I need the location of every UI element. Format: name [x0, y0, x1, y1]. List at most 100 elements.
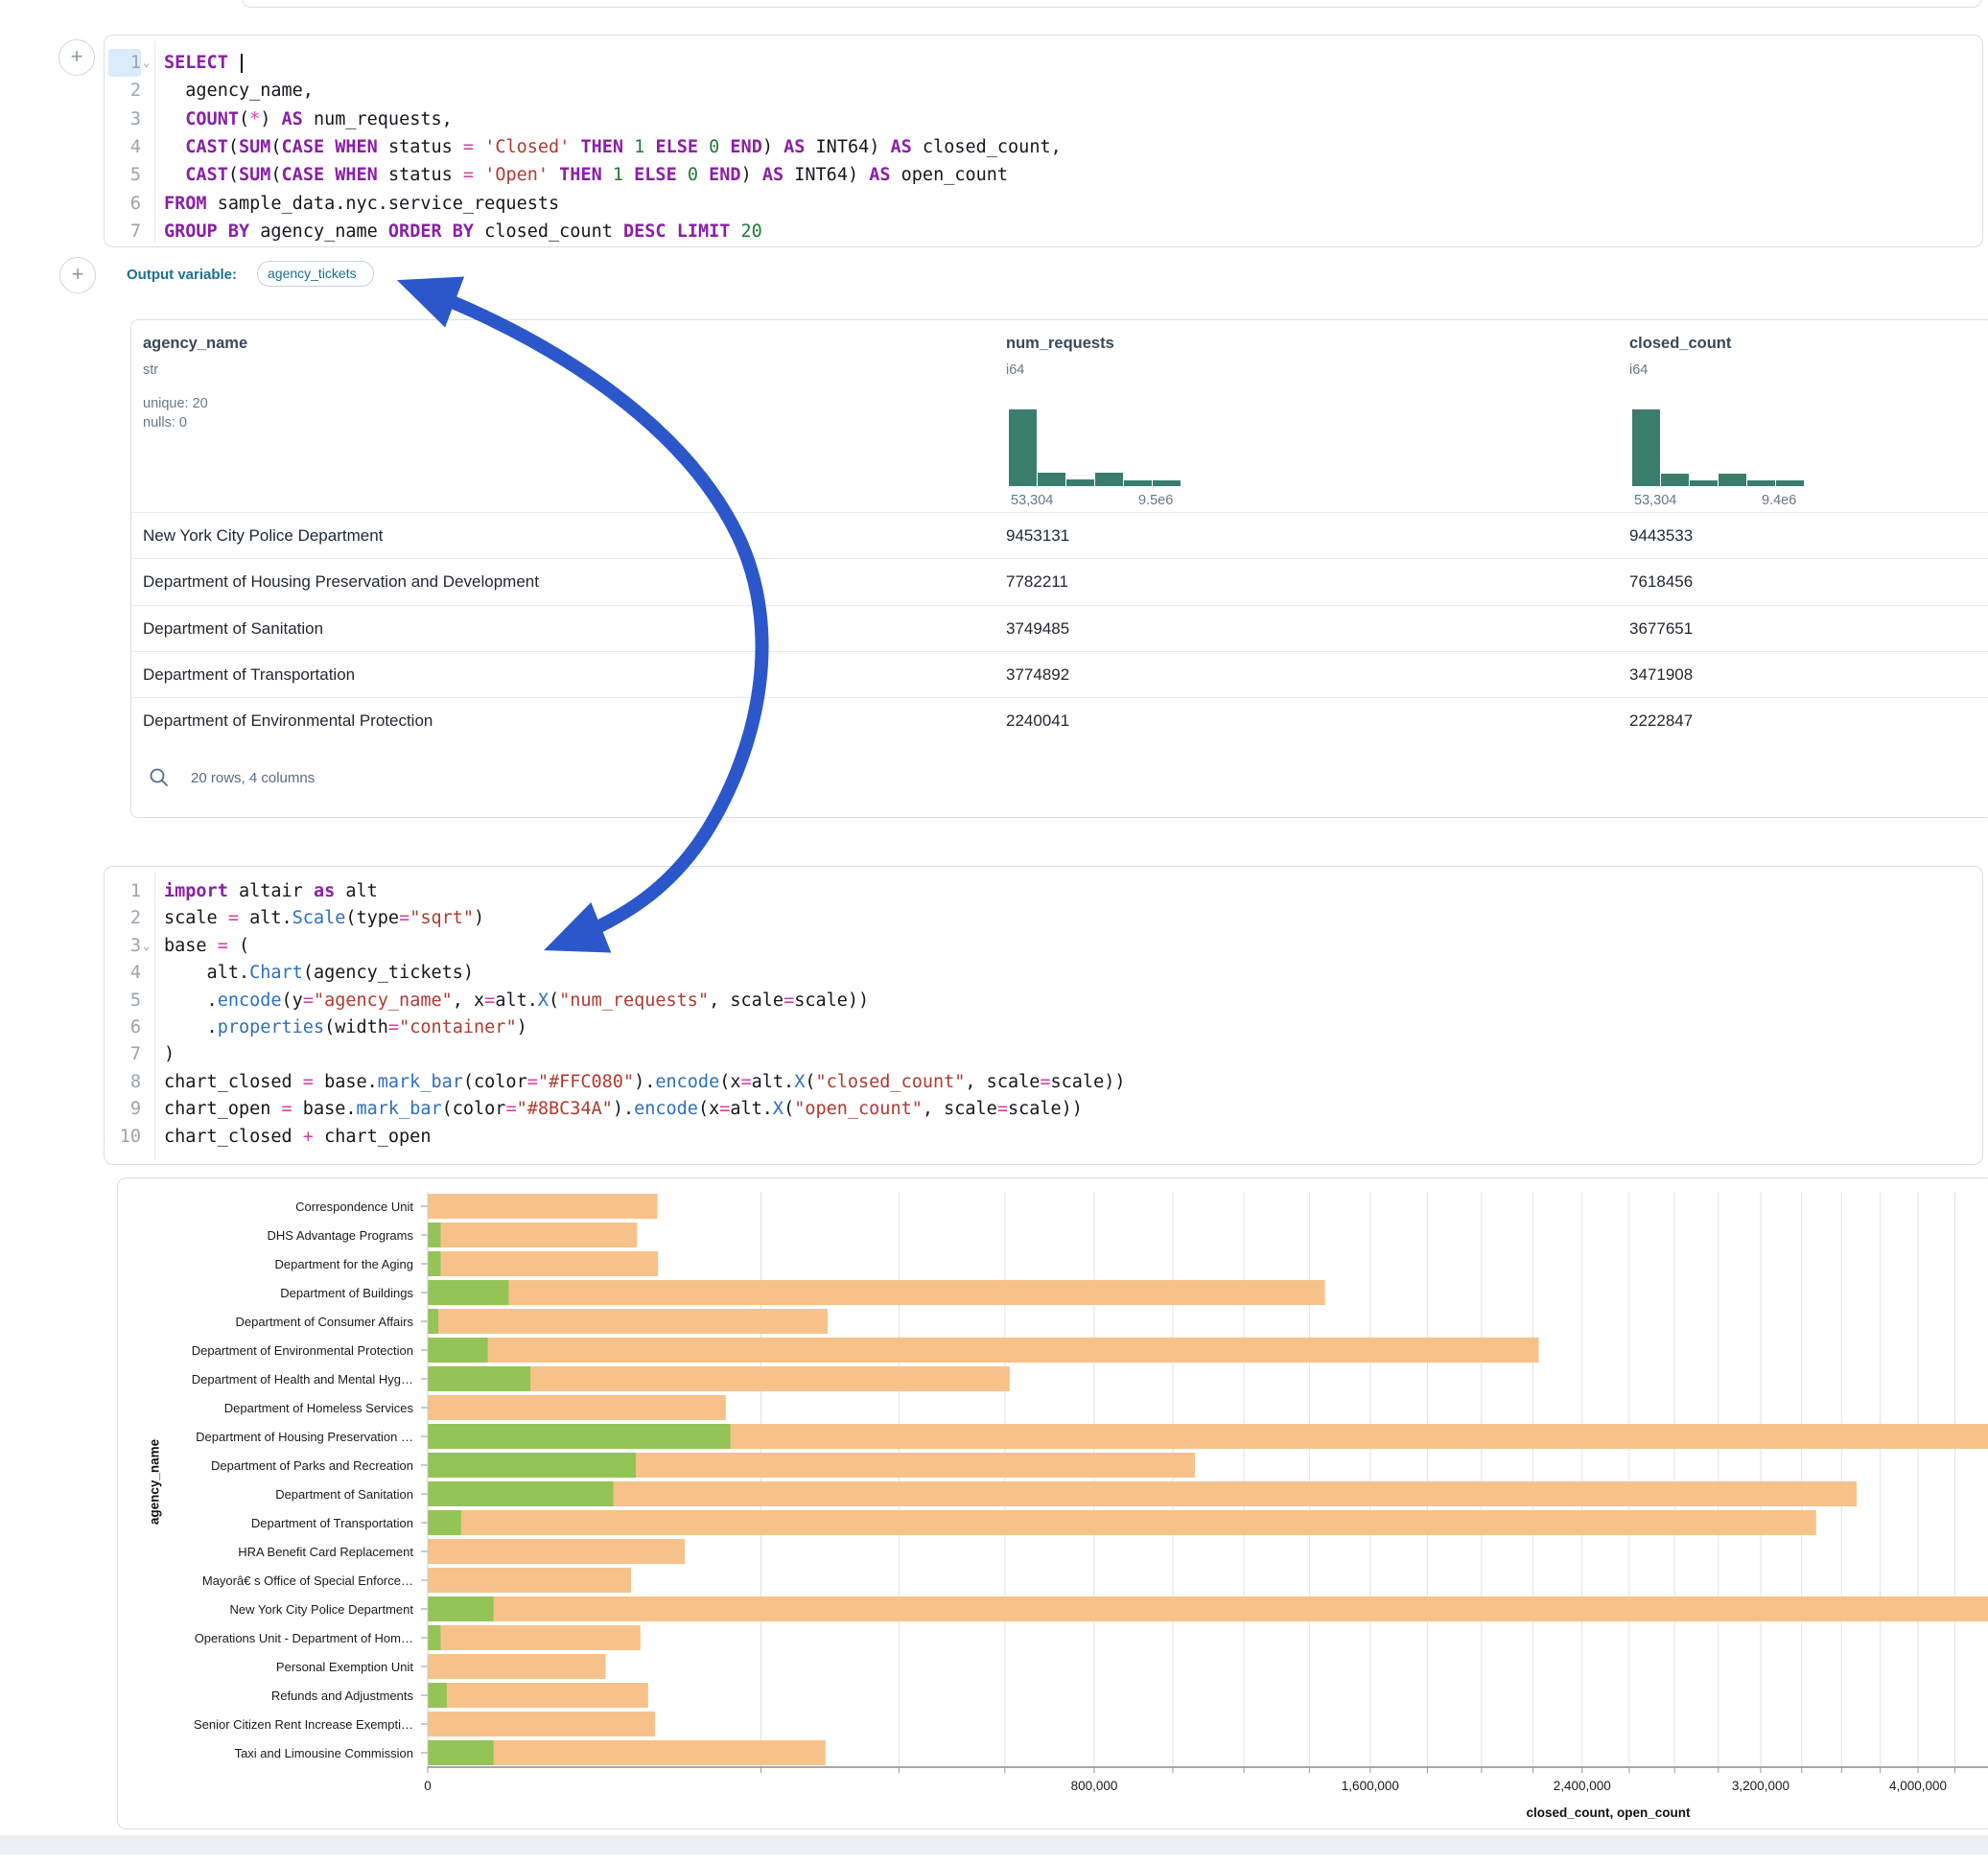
y-axis-category-label: Senior Citizen Rent Increase Exempti…	[126, 1717, 413, 1732]
table-row[interactable]: Department of Sanitation37494853677651	[131, 605, 1988, 651]
table-row[interactable]: New York City Police Department945313194…	[131, 512, 1988, 558]
collapse-chevron-icon[interactable]: ⌄	[143, 49, 150, 77]
add-cell-button[interactable]: +	[58, 39, 95, 76]
code-line[interactable]: 7GROUP BY agency_name ORDER BY closed_co…	[105, 218, 1982, 245]
bar-open_count[interactable]	[428, 1338, 488, 1363]
histogram-bar	[1632, 409, 1660, 486]
column-histogram[interactable]	[1009, 409, 1186, 486]
code-text[interactable]: FROM sample_data.nyc.service_requests	[164, 190, 559, 218]
code-text[interactable]: .properties(width="container")	[164, 1014, 527, 1041]
code-text[interactable]: agency_name,	[164, 77, 314, 105]
table-row[interactable]: Department of Environmental Protection 22…	[131, 697, 1988, 743]
code-text[interactable]: CAST(SUM(CASE WHEN status = 'Open' THEN …	[164, 161, 1008, 189]
bar-closed_count[interactable]	[428, 1510, 1816, 1535]
text-cursor	[241, 54, 243, 73]
bar-closed_count[interactable]	[428, 1683, 648, 1708]
code-line[interactable]: 6 .properties(width="container")	[105, 1014, 1982, 1041]
bar-closed_count[interactable]	[428, 1625, 641, 1650]
bar-open_count[interactable]	[428, 1309, 438, 1334]
bar-open_count[interactable]	[428, 1481, 613, 1506]
output-variable-pill[interactable]: agency_tickets	[257, 261, 374, 287]
bar-open_count[interactable]	[428, 1251, 440, 1276]
code-line[interactable]: 2 agency_name,	[105, 77, 1982, 105]
sql-cell[interactable]: 1⌄SELECT 2 agency_name,3 COUNT(*) AS num…	[104, 35, 1983, 247]
code-text[interactable]: SELECT	[164, 49, 243, 77]
table-cell: 7618456	[1629, 559, 1693, 605]
bar-closed_count[interactable]	[428, 1251, 658, 1276]
code-text[interactable]: CAST(SUM(CASE WHEN status = 'Closed' THE…	[164, 133, 1062, 161]
code-text[interactable]: scale = alt.Scale(type="sqrt")	[164, 904, 484, 932]
table-row[interactable]: Department of Transportation377489234719…	[131, 651, 1988, 697]
column-header-closed_count[interactable]: closed_count	[1629, 335, 1731, 353]
bar-closed_count[interactable]	[428, 1596, 1988, 1621]
bar-closed_count[interactable]	[428, 1539, 685, 1564]
y-axis-category-label: Operations Unit - Department of Hom…	[126, 1631, 413, 1645]
code-line[interactable]: 9 chart_open = base.mark_bar(color="#8BC3…	[105, 1095, 1982, 1123]
line-number: 3	[108, 105, 141, 133]
code-line[interactable]: 1⌄SELECT	[105, 49, 1982, 77]
code-line[interactable]: 3 COUNT(*) AS num_requests,	[105, 105, 1982, 133]
column-histogram[interactable]	[1632, 409, 1810, 486]
bar-closed_count[interactable]	[428, 1223, 637, 1247]
table-cell: 2240041	[1006, 698, 1069, 744]
code-line[interactable]: 1import altair as alt	[105, 877, 1982, 905]
table-cell: Department of Environmental Protection	[143, 698, 433, 744]
code-line[interactable]: 2 scale = alt.Scale(type="sqrt")	[105, 904, 1982, 932]
bar-open_count[interactable]	[428, 1424, 731, 1449]
code-text[interactable]: COUNT(*) AS num_requests,	[164, 105, 453, 133]
bar-closed_count[interactable]	[428, 1654, 606, 1679]
code-line[interactable]: 5 .encode(y="agency_name", x=alt.X("num_…	[105, 987, 1982, 1014]
bar-closed_count[interactable]	[428, 1194, 657, 1219]
bar-open_count[interactable]	[428, 1366, 530, 1391]
line-number: 2	[108, 904, 141, 932]
code-text[interactable]: .encode(y="agency_name", x=alt.X("num_re…	[164, 987, 869, 1014]
table-row[interactable]: Department of Housing Preservation and D…	[131, 558, 1988, 604]
y-axis-category-label: Department of Homeless Services	[126, 1401, 413, 1415]
search-icon[interactable]	[149, 767, 170, 788]
chart-cell[interactable]: Correspondence UnitDHS Advantage Program…	[117, 1177, 1988, 1829]
bar-closed_count[interactable]	[428, 1395, 726, 1420]
column-type: i64	[1006, 362, 1024, 378]
bar-open_count[interactable]	[428, 1740, 494, 1765]
code-text[interactable]: alt.Chart(agency_tickets)	[164, 959, 474, 987]
code-text[interactable]: )	[164, 1040, 175, 1068]
bar-closed_count[interactable]	[428, 1712, 655, 1736]
column-header-num_requests[interactable]: num_requests	[1006, 335, 1114, 353]
bar-chart-plot[interactable]: 0800,0001,600,0002,400,0003,200,0004,000…	[418, 1192, 1988, 1825]
code-line[interactable]: 3⌄base = (	[105, 932, 1982, 960]
code-line[interactable]: 5 CAST(SUM(CASE WHEN status = 'Open' THE…	[105, 161, 1982, 189]
code-text[interactable]: GROUP BY agency_name ORDER BY closed_cou…	[164, 218, 762, 245]
previous-cell-fragment	[242, 0, 1982, 8]
code-text[interactable]: import altair as alt	[164, 877, 378, 905]
python-cell[interactable]: 1import altair as alt2 scale = alt.Scale(…	[104, 866, 1983, 1165]
code-line[interactable]: 10chart_closed + chart_open	[105, 1123, 1982, 1151]
bar-closed_count[interactable]	[428, 1309, 828, 1334]
code-text[interactable]: chart_closed = base.mark_bar(color="#FFC…	[164, 1068, 1125, 1096]
column-header-agency_name[interactable]: agency_name	[143, 335, 247, 353]
y-axis-category-label: DHS Advantage Programs	[126, 1228, 413, 1243]
code-line[interactable]: 4 alt.Chart(agency_tickets)	[105, 959, 1982, 987]
bar-closed_count[interactable]	[428, 1481, 1857, 1506]
add-cell-button[interactable]: +	[59, 257, 96, 293]
bar-open_count[interactable]	[428, 1280, 508, 1305]
bar-open_count[interactable]	[428, 1625, 440, 1650]
bar-open_count[interactable]	[428, 1683, 447, 1708]
bar-open_count[interactable]	[428, 1223, 440, 1247]
bar-open_count[interactable]	[428, 1510, 461, 1535]
table-cell: 9443533	[1629, 513, 1693, 559]
bar-closed_count[interactable]	[428, 1568, 631, 1593]
bar-closed_count[interactable]	[428, 1338, 1538, 1363]
results-table[interactable]: agency_namestrunique: 20nulls: 0num_requ…	[130, 319, 1988, 818]
line-number: 9	[108, 1095, 141, 1123]
code-text[interactable]: chart_closed + chart_open	[164, 1123, 431, 1151]
code-line[interactable]: 8chart_closed = base.mark_bar(color="#FF…	[105, 1068, 1982, 1096]
code-line[interactable]: 6FROM sample_data.nyc.service_requests	[105, 190, 1982, 218]
bar-closed_count[interactable]	[428, 1280, 1325, 1305]
code-line[interactable]: 4 CAST(SUM(CASE WHEN status = 'Closed' T…	[105, 133, 1982, 161]
code-text[interactable]: chart_open = base.mark_bar(color="#8BC34…	[164, 1095, 1083, 1123]
code-line[interactable]: 7)	[105, 1040, 1982, 1068]
bar-open_count[interactable]	[428, 1596, 494, 1621]
bar-open_count[interactable]	[428, 1453, 636, 1478]
collapse-chevron-icon[interactable]: ⌄	[143, 932, 150, 960]
code-text[interactable]: base = (	[164, 932, 249, 960]
